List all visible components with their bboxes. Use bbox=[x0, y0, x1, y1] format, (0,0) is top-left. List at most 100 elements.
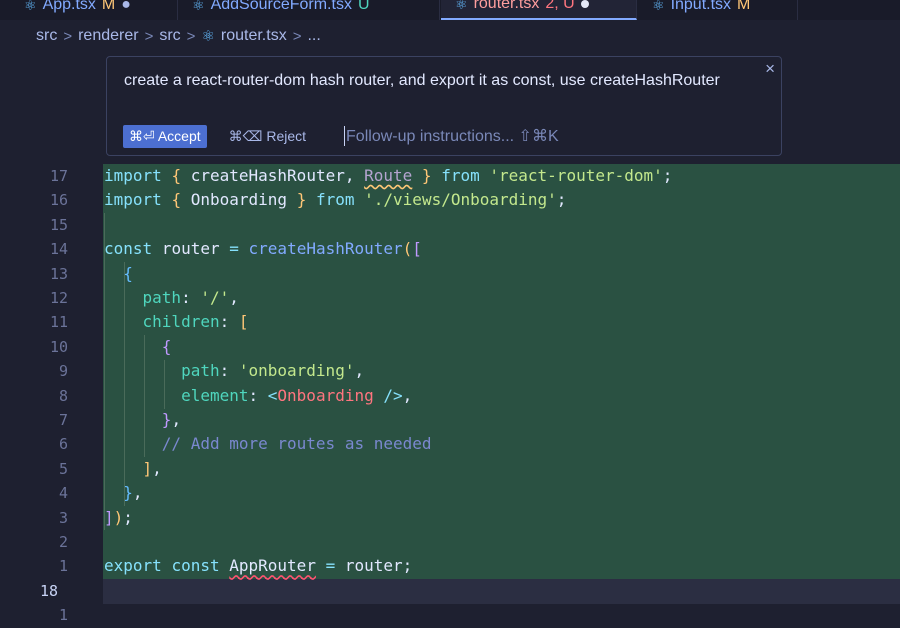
code-token: = bbox=[229, 239, 239, 259]
line-number-current: 18 bbox=[39, 582, 58, 600]
unsaved-dot-icon[interactable] bbox=[580, 0, 589, 8]
code-token: Onboarding bbox=[277, 385, 374, 405]
line-number: 1 bbox=[58, 557, 68, 576]
code-token: ) bbox=[113, 507, 124, 527]
code-token: import bbox=[104, 166, 162, 185]
code-line: { bbox=[104, 335, 172, 359]
code-line: export const AppRouter = router; bbox=[104, 556, 413, 576]
breadcrumb-src[interactable]: src bbox=[36, 27, 57, 45]
breadcrumb: src > renderer > src > ⚛ router.tsx > ..… bbox=[0, 20, 900, 52]
code-token: createHashRouter bbox=[248, 239, 403, 259]
code-token-error: AppRouter bbox=[229, 556, 316, 576]
code-token: createHashRouter bbox=[190, 166, 345, 185]
tab-router-tsx[interactable]: ⚛ router.tsx 2, U bbox=[441, 0, 637, 20]
code-line: const router = createHashRouter([ bbox=[104, 237, 422, 261]
inline-edit-prompt: × create a react-router-dom hash router,… bbox=[106, 56, 782, 156]
code-line: import { createHashRouter, Route } from … bbox=[104, 166, 673, 185]
breadcrumb-renderer[interactable]: renderer bbox=[78, 27, 138, 45]
line-number: 5 bbox=[58, 459, 68, 478]
tab-status: U bbox=[357, 0, 370, 13]
code-token: < bbox=[267, 385, 278, 405]
line-number: 13 bbox=[49, 264, 68, 283]
line-number: 7 bbox=[58, 411, 68, 429]
code-token: router bbox=[161, 239, 220, 259]
line-number: 3 bbox=[58, 508, 68, 527]
tab-label: App.tsx bbox=[42, 0, 96, 13]
react-icon: ⚛ bbox=[652, 0, 665, 13]
prompt-actions: ⌘⏎ Accept ⌘⌫ Reject Follow-up instructio… bbox=[123, 124, 559, 148]
code-token: from bbox=[315, 190, 355, 210]
code-token: Onboarding bbox=[190, 190, 288, 210]
line-number: 15 bbox=[49, 215, 68, 234]
react-icon: ⚛ bbox=[455, 0, 468, 12]
react-icon: ⚛ bbox=[201, 28, 215, 45]
code-token: path bbox=[142, 288, 182, 307]
close-icon[interactable]: ● bbox=[121, 0, 131, 14]
react-icon: ⚛ bbox=[24, 0, 37, 13]
code-line: path: '/', bbox=[142, 288, 239, 307]
tab-label: Input.tsx bbox=[670, 0, 732, 13]
accept-button[interactable]: ⌘⏎ Accept bbox=[123, 124, 207, 148]
code-line: // Add more routes as needed bbox=[104, 432, 432, 456]
tab-status: M bbox=[737, 0, 751, 13]
code-editor[interactable]: 17 16 15 14 13 12 11 10 9 8 7 6 5 4 3 2 … bbox=[0, 164, 900, 624]
line-number: 12 bbox=[49, 289, 68, 307]
code-token: { bbox=[171, 190, 182, 210]
code-line: }, bbox=[161, 410, 182, 429]
breadcrumb-src-2[interactable]: src bbox=[159, 27, 180, 45]
text-caret bbox=[344, 126, 346, 146]
close-icon[interactable]: × bbox=[765, 59, 775, 79]
tab-app-tsx[interactable]: ⚛ App.tsx M ● bbox=[10, 0, 178, 20]
code-line: children: [ bbox=[142, 312, 249, 332]
code-token: const bbox=[171, 556, 220, 576]
code-token: { bbox=[123, 263, 133, 283]
line-number: 1 bbox=[58, 606, 68, 625]
code-token: } bbox=[123, 483, 133, 503]
chevron-right-icon: > bbox=[144, 27, 154, 45]
code-token: ( bbox=[402, 239, 413, 259]
code-token: = bbox=[325, 556, 336, 576]
tab-addsourceform-tsx[interactable]: ⚛ AddSourceForm.tsx U bbox=[178, 0, 440, 20]
followup-input[interactable]: Follow-up instructions... ⇧⌘K bbox=[344, 124, 559, 148]
line-number: 17 bbox=[49, 167, 68, 185]
current-line-highlight bbox=[103, 579, 900, 604]
code-line: { bbox=[104, 262, 133, 286]
code-token: 'react-router-dom' bbox=[489, 166, 663, 185]
breadcrumb-file[interactable]: router.tsx bbox=[221, 27, 287, 45]
prompt-text: create a react-router-dom hash router, a… bbox=[124, 72, 720, 89]
line-number: 6 bbox=[58, 435, 68, 454]
chevron-right-icon: > bbox=[186, 27, 196, 45]
code-token: } bbox=[421, 166, 432, 185]
line-number: 4 bbox=[58, 484, 68, 503]
code-token: [ bbox=[412, 239, 422, 259]
followup-placeholder: Follow-up instructions... ⇧⌘K bbox=[346, 128, 559, 145]
code-line: ]); bbox=[104, 507, 133, 527]
code-line: ], bbox=[142, 458, 162, 478]
code-token: from bbox=[441, 166, 480, 185]
code-token: path bbox=[181, 361, 220, 381]
tab-status: M bbox=[101, 0, 116, 13]
code-token: router bbox=[344, 556, 403, 576]
chevron-right-icon: > bbox=[63, 27, 73, 45]
line-number: 10 bbox=[49, 337, 68, 356]
code-token: const bbox=[104, 239, 153, 259]
code-token-warning: Route bbox=[364, 166, 413, 185]
line-number: 16 bbox=[49, 191, 68, 210]
tab-input-tsx[interactable]: ⚛ Input.tsx M bbox=[638, 0, 798, 20]
code-token: ] bbox=[142, 458, 153, 478]
line-number: 9 bbox=[58, 362, 68, 381]
code-token: { bbox=[161, 336, 172, 356]
code-token: { bbox=[171, 166, 182, 185]
chevron-right-icon: > bbox=[292, 27, 302, 45]
code-token: 'onboarding' bbox=[238, 361, 355, 381]
tab-bar: ⚛ App.tsx M ● ⚛ AddSourceForm.tsx U ⚛ ro… bbox=[0, 0, 900, 20]
line-number: 11 bbox=[49, 313, 68, 332]
tab-label: AddSourceForm.tsx bbox=[210, 0, 352, 13]
reject-button[interactable]: ⌘⌫ Reject bbox=[223, 127, 312, 146]
tab-label: router.tsx bbox=[473, 0, 540, 12]
code-line: path: 'onboarding', bbox=[181, 361, 365, 381]
code-comment: // Add more routes as needed bbox=[161, 434, 432, 454]
tab-status: 2, U bbox=[545, 0, 575, 12]
code-token: ] bbox=[104, 507, 114, 527]
breadcrumb-symbols[interactable]: ... bbox=[307, 27, 320, 45]
